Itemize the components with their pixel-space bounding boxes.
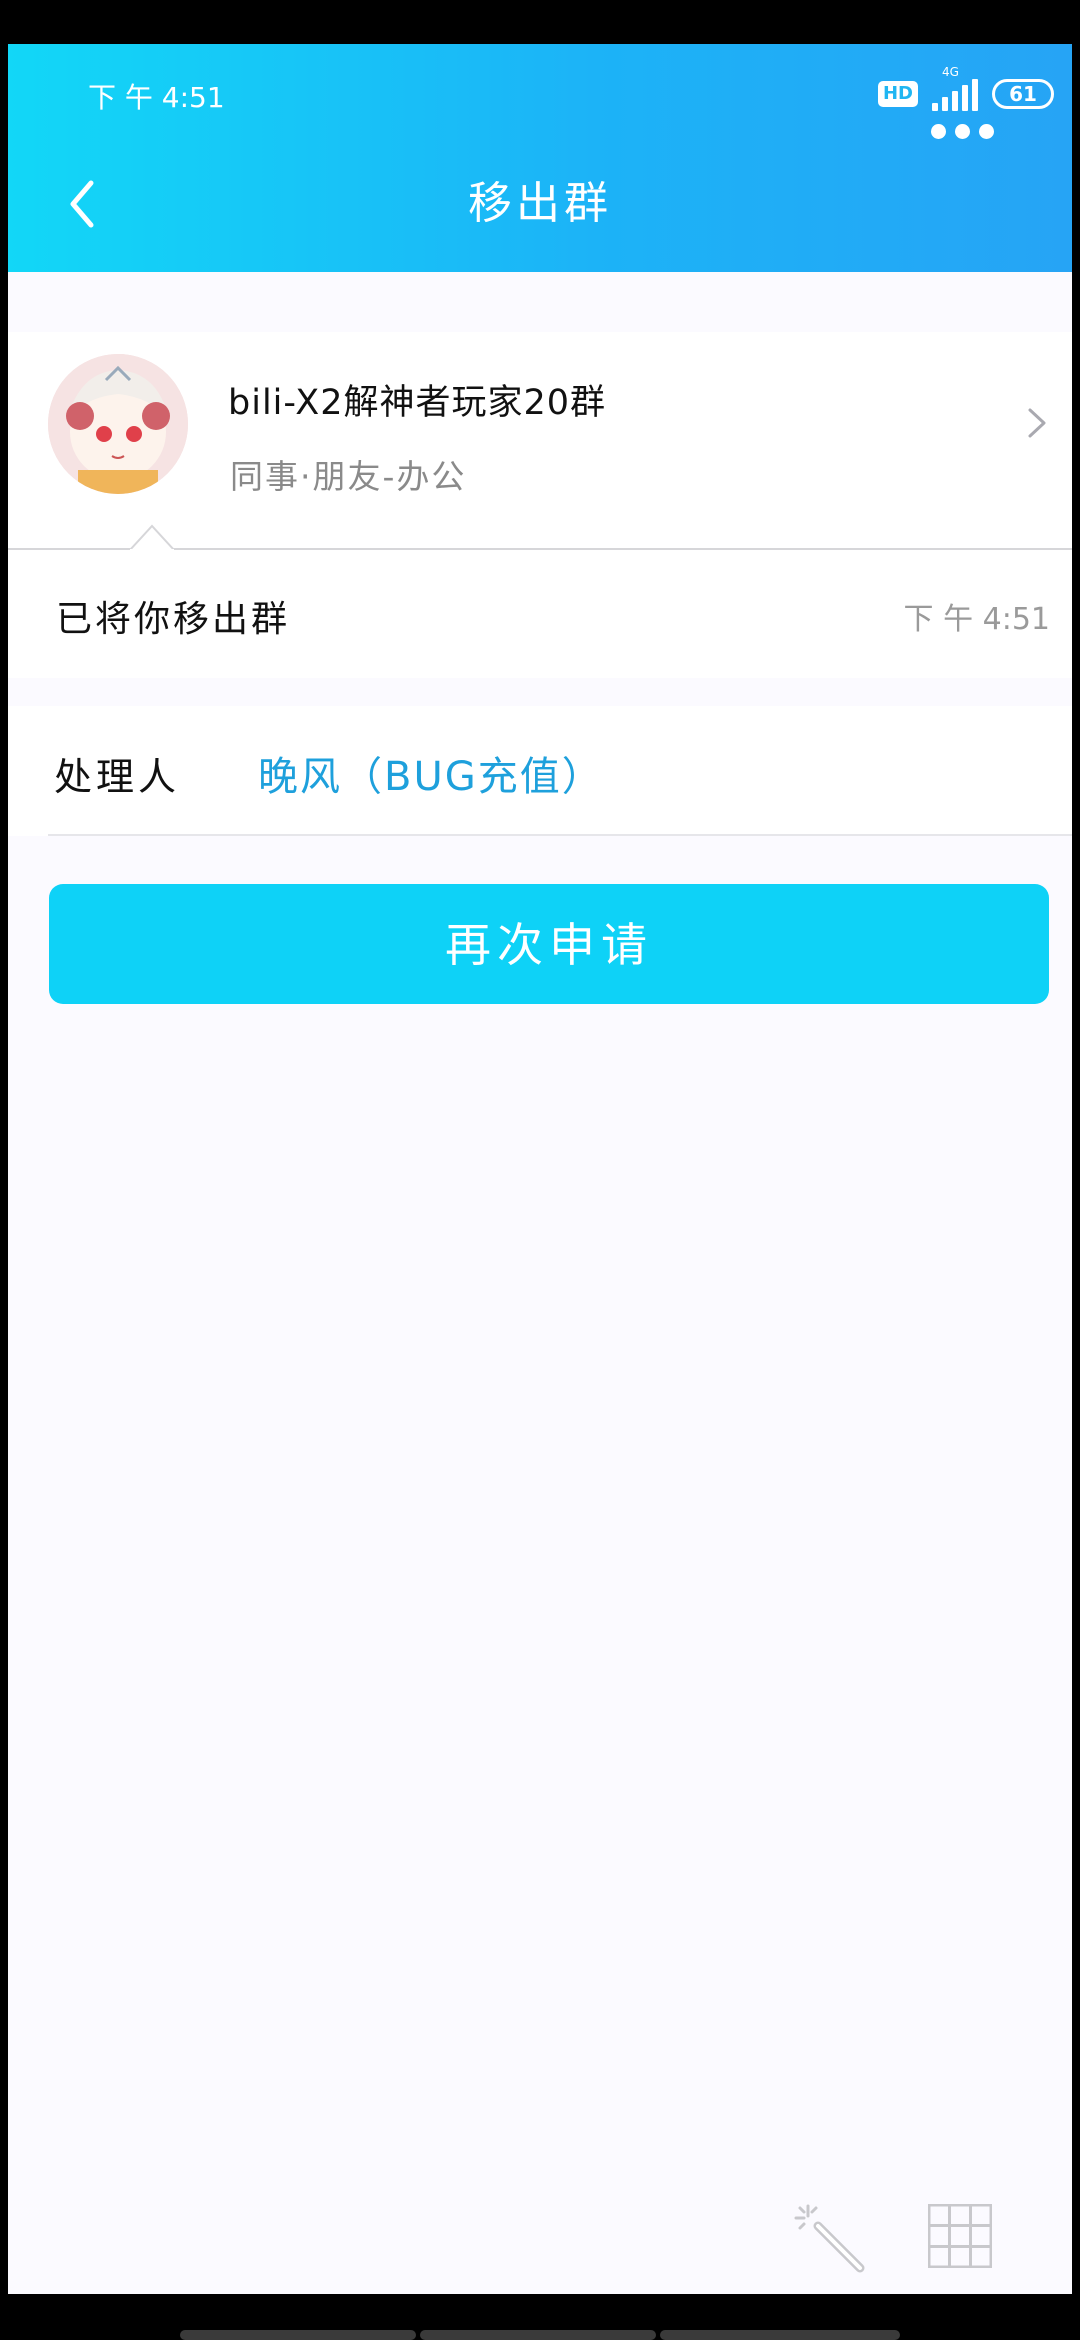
nav-bar-right[interactable] — [660, 2330, 900, 2340]
group-card[interactable]: bili-X2解神者玩家20群 同事·朋友-办公 — [8, 332, 1072, 548]
handler-link[interactable]: 晚风（BUG充值） — [258, 744, 604, 802]
status-icons: HD 4G 61 — [877, 65, 1054, 114]
network-label: 4G — [942, 65, 959, 79]
hd-badge: HD — [877, 81, 918, 107]
battery-icon: 61 — [992, 79, 1054, 109]
group-avatar — [48, 354, 188, 494]
more-dots-icon[interactable] — [931, 124, 994, 139]
group-category: 同事·朋友-办公 — [230, 457, 467, 496]
group-name: bili-X2解神者玩家20群 — [228, 383, 607, 423]
pointer-notch — [130, 524, 174, 552]
grid-icon[interactable] — [928, 2204, 992, 2268]
app-header: 下 午 4:51 HD 4G 61 移出群 — [8, 44, 1072, 272]
nav-bar-center[interactable] — [420, 2330, 656, 2340]
nav-bar-left[interactable] — [180, 2330, 416, 2340]
row-divider — [48, 834, 1072, 836]
battery-level: 61 — [1009, 82, 1037, 106]
screen: 下 午 4:51 HD 4G 61 移出群 bili-X2解神者玩家20群 同事… — [8, 44, 1072, 2294]
reapply-button[interactable]: 再次申请 — [49, 884, 1049, 1004]
signal-icon: 4G — [932, 65, 978, 111]
message-time: 下 午 4:51 — [903, 602, 1050, 637]
status-time: 下 午 4:51 — [88, 81, 225, 114]
message-text: 已将你移出群 — [56, 599, 291, 640]
chevron-right-icon[interactable] — [1022, 398, 1052, 448]
magic-wand-icon[interactable] — [792, 2200, 872, 2280]
handler-label: 处理人 — [54, 755, 181, 799]
page-title: 移出群 — [468, 178, 612, 229]
message-row: 已将你移出群 下 午 4:51 — [8, 550, 1072, 678]
handler-row: 处理人 晚风（BUG充值） — [8, 706, 1072, 836]
